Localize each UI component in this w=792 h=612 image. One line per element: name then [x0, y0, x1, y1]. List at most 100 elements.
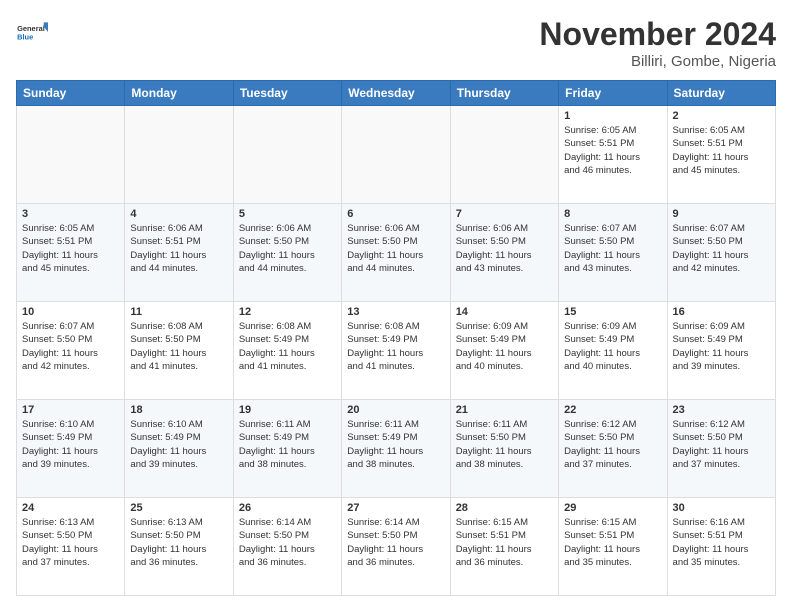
day-number: 18: [130, 404, 227, 416]
col-thursday: Thursday: [450, 81, 558, 106]
day-number: 22: [564, 404, 661, 416]
day-number: 19: [239, 404, 336, 416]
day-info: Sunrise: 6:07 AMSunset: 5:50 PMDaylight:…: [22, 320, 119, 373]
month-title: November 2024: [539, 16, 776, 53]
table-row: [17, 106, 125, 204]
day-info: Sunrise: 6:06 AMSunset: 5:50 PMDaylight:…: [456, 222, 553, 275]
day-info: Sunrise: 6:15 AMSunset: 5:51 PMDaylight:…: [456, 516, 553, 569]
day-info: Sunrise: 6:08 AMSunset: 5:49 PMDaylight:…: [347, 320, 444, 373]
day-info: Sunrise: 6:06 AMSunset: 5:51 PMDaylight:…: [130, 222, 227, 275]
day-number: 20: [347, 404, 444, 416]
day-info: Sunrise: 6:14 AMSunset: 5:50 PMDaylight:…: [239, 516, 336, 569]
table-row: 8Sunrise: 6:07 AMSunset: 5:50 PMDaylight…: [559, 204, 667, 302]
table-row: 12Sunrise: 6:08 AMSunset: 5:49 PMDayligh…: [233, 302, 341, 400]
day-number: 30: [673, 502, 770, 514]
table-row: 20Sunrise: 6:11 AMSunset: 5:49 PMDayligh…: [342, 400, 450, 498]
table-row: 15Sunrise: 6:09 AMSunset: 5:49 PMDayligh…: [559, 302, 667, 400]
table-row: 24 Sunrise: 6:13 AMSunset: 5:50 PMDayligh…: [17, 498, 125, 596]
day-number: 1: [564, 110, 661, 122]
day-info: Sunrise: 6:11 AMSunset: 5:49 PMDaylight:…: [239, 418, 336, 471]
table-row: 26 Sunrise: 6:14 AMSunset: 5:50 PMDayligh…: [233, 498, 341, 596]
day-info: Sunrise: 6:15 AMSunset: 5:51 PMDaylight:…: [564, 516, 661, 569]
table-row: 19 Sunrise: 6:11 AMSunset: 5:49 PMDayligh…: [233, 400, 341, 498]
col-saturday: Saturday: [667, 81, 775, 106]
table-row: 27 Sunrise: 6:14 AMSunset: 5:50 PMDayligh…: [342, 498, 450, 596]
day-info: Sunrise: 6:09 AMSunset: 5:49 PMDaylight:…: [673, 320, 770, 373]
table-row: [125, 106, 233, 204]
day-number: 13: [347, 306, 444, 318]
svg-text:Blue: Blue: [17, 32, 33, 41]
day-number: 5: [239, 208, 336, 220]
day-info: Sunrise: 6:06 AMSunset: 5:50 PMDaylight:…: [347, 222, 444, 275]
header: General Blue November 2024 Billiri, Gomb…: [16, 16, 776, 70]
day-number: 21: [456, 404, 553, 416]
day-info: Sunrise: 6:08 AMSunset: 5:49 PMDaylight:…: [239, 320, 336, 373]
table-row: 9 Sunrise: 6:07 AMSunset: 5:50 PMDaylight…: [667, 204, 775, 302]
calendar-week-row: 3 Sunrise: 6:05 AMSunset: 5:51 PMDaylight…: [17, 204, 776, 302]
day-number: 2: [673, 110, 770, 122]
day-number: 6: [347, 208, 444, 220]
table-row: [233, 106, 341, 204]
table-row: 1 Sunrise: 6:05 AMSunset: 5:51 PMDaylight…: [559, 106, 667, 204]
table-row: [342, 106, 450, 204]
col-tuesday: Tuesday: [233, 81, 341, 106]
day-info: Sunrise: 6:08 AMSunset: 5:50 PMDaylight:…: [130, 320, 227, 373]
location-subtitle: Billiri, Gombe, Nigeria: [539, 53, 776, 70]
table-row: 11Sunrise: 6:08 AMSunset: 5:50 PMDayligh…: [125, 302, 233, 400]
day-info: Sunrise: 6:09 AMSunset: 5:49 PMDaylight:…: [456, 320, 553, 373]
table-row: 2Sunrise: 6:05 AMSunset: 5:51 PMDaylight…: [667, 106, 775, 204]
table-row: 22 Sunrise: 6:12 AMSunset: 5:50 PMDayligh…: [559, 400, 667, 498]
day-number: 10: [22, 306, 119, 318]
svg-text:General: General: [17, 24, 45, 33]
day-info: Sunrise: 6:05 AMSunset: 5:51 PMDaylight:…: [22, 222, 119, 275]
day-number: 26: [239, 502, 336, 514]
logo: General Blue: [16, 16, 48, 48]
day-info: Sunrise: 6:07 AMSunset: 5:50 PMDaylight:…: [564, 222, 661, 275]
day-info: Sunrise: 6:05 AMSunset: 5:51 PMDaylight:…: [564, 124, 661, 177]
table-row: 4 Sunrise: 6:06 AMSunset: 5:51 PMDaylight…: [125, 204, 233, 302]
col-sunday: Sunday: [17, 81, 125, 106]
day-info: Sunrise: 6:13 AMSunset: 5:50 PMDaylight:…: [130, 516, 227, 569]
day-number: 14: [456, 306, 553, 318]
day-number: 17: [22, 404, 119, 416]
day-number: 16: [673, 306, 770, 318]
day-number: 25: [130, 502, 227, 514]
day-info: Sunrise: 6:12 AMSunset: 5:50 PMDaylight:…: [673, 418, 770, 471]
day-number: 27: [347, 502, 444, 514]
table-row: 14 Sunrise: 6:09 AMSunset: 5:49 PMDayligh…: [450, 302, 558, 400]
day-info: Sunrise: 6:10 AMSunset: 5:49 PMDaylight:…: [22, 418, 119, 471]
day-number: 24: [22, 502, 119, 514]
table-row: [450, 106, 558, 204]
calendar-table: Sunday Monday Tuesday Wednesday Thursday…: [16, 80, 776, 596]
calendar-week-row: 1 Sunrise: 6:05 AMSunset: 5:51 PMDaylight…: [17, 106, 776, 204]
day-info: Sunrise: 6:11 AMSunset: 5:50 PMDaylight:…: [456, 418, 553, 471]
table-row: 29 Sunrise: 6:15 AMSunset: 5:51 PMDayligh…: [559, 498, 667, 596]
day-info: Sunrise: 6:13 AMSunset: 5:50 PMDaylight:…: [22, 516, 119, 569]
table-row: 28Sunrise: 6:15 AMSunset: 5:51 PMDayligh…: [450, 498, 558, 596]
day-number: 7: [456, 208, 553, 220]
calendar-week-row: 17 Sunrise: 6:10 AMSunset: 5:49 PMDayligh…: [17, 400, 776, 498]
calendar-week-row: 24 Sunrise: 6:13 AMSunset: 5:50 PMDayligh…: [17, 498, 776, 596]
table-row: 7 Sunrise: 6:06 AMSunset: 5:50 PMDaylight…: [450, 204, 558, 302]
day-number: 29: [564, 502, 661, 514]
day-info: Sunrise: 6:10 AMSunset: 5:49 PMDaylight:…: [130, 418, 227, 471]
day-number: 9: [673, 208, 770, 220]
table-row: 21 Sunrise: 6:11 AMSunset: 5:50 PMDayligh…: [450, 400, 558, 498]
table-row: 13 Sunrise: 6:08 AMSunset: 5:49 PMDayligh…: [342, 302, 450, 400]
page: General Blue November 2024 Billiri, Gomb…: [0, 0, 792, 612]
day-info: Sunrise: 6:07 AMSunset: 5:50 PMDaylight:…: [673, 222, 770, 275]
table-row: 17 Sunrise: 6:10 AMSunset: 5:49 PMDayligh…: [17, 400, 125, 498]
day-info: Sunrise: 6:14 AMSunset: 5:50 PMDaylight:…: [347, 516, 444, 569]
day-info: Sunrise: 6:06 AMSunset: 5:50 PMDaylight:…: [239, 222, 336, 275]
table-row: 6 Sunrise: 6:06 AMSunset: 5:50 PMDaylight…: [342, 204, 450, 302]
day-number: 3: [22, 208, 119, 220]
calendar-week-row: 10 Sunrise: 6:07 AMSunset: 5:50 PMDayligh…: [17, 302, 776, 400]
table-row: 10 Sunrise: 6:07 AMSunset: 5:50 PMDayligh…: [17, 302, 125, 400]
day-number: 4: [130, 208, 227, 220]
table-row: 25 Sunrise: 6:13 AMSunset: 5:50 PMDayligh…: [125, 498, 233, 596]
table-row: 23 Sunrise: 6:12 AMSunset: 5:50 PMDayligh…: [667, 400, 775, 498]
logo-svg: General Blue: [16, 16, 48, 48]
day-info: Sunrise: 6:16 AMSunset: 5:51 PMDaylight:…: [673, 516, 770, 569]
day-number: 23: [673, 404, 770, 416]
day-info: Sunrise: 6:12 AMSunset: 5:50 PMDaylight:…: [564, 418, 661, 471]
